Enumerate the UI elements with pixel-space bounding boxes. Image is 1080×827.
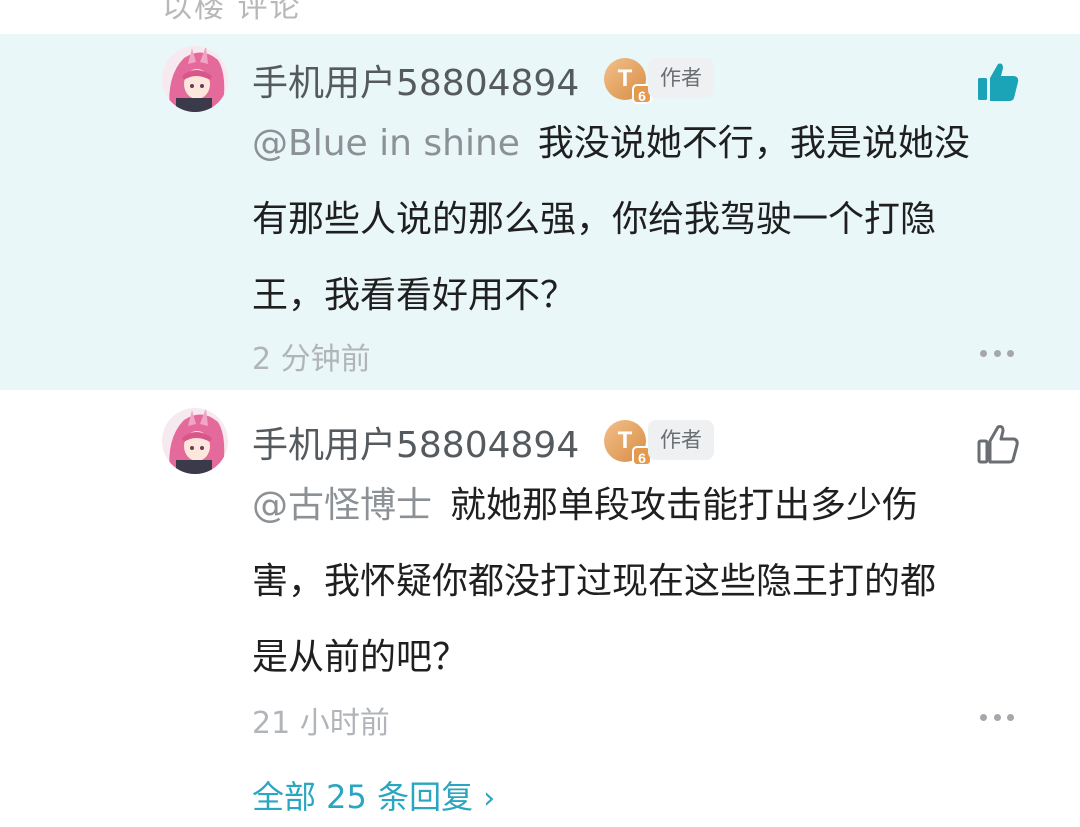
- username[interactable]: 手机用户58804894: [252, 416, 579, 468]
- more-icon[interactable]: [980, 350, 1014, 358]
- comment-line: 我没说她不行，我是说她没: [537, 123, 970, 164]
- author-tag: 作者: [648, 58, 714, 98]
- view-all-replies-link[interactable]: 全部 25 条回复 ›: [252, 772, 495, 818]
- author-tag: 作者: [648, 420, 714, 460]
- avatar[interactable]: [162, 408, 228, 474]
- comment-text: @古怪博士 就她那单段攻击能打出多少伤 害，我怀疑你都没打过现在这些隐王打的都 是…: [252, 468, 1012, 696]
- username[interactable]: 手机用户58804894: [252, 54, 579, 106]
- level-badge: T 6: [604, 58, 652, 104]
- timestamp: 21 小时前: [252, 706, 390, 741]
- avatar[interactable]: [162, 46, 228, 112]
- mention-link[interactable]: @古怪博士: [252, 485, 432, 526]
- more-icon[interactable]: [980, 714, 1014, 722]
- comment-line: 就她那单段攻击能打出多少伤: [450, 485, 919, 526]
- level-letter: T: [617, 427, 633, 454]
- comment-text: @Blue in shine 我没说她不行，我是说她没 有那些人说的那么强，你给我…: [252, 106, 1012, 334]
- comment-line: 是从前的吧？: [252, 637, 469, 678]
- previous-comment-fragment: 以楼 评论: [0, 0, 1080, 34]
- comment-line: 害，我怀疑你都没打过现在这些隐王打的都: [252, 561, 937, 602]
- comment-item: 手机用户58804894 T 6 作者 @Blue in shine 我没说她不行…: [0, 34, 1080, 390]
- like-filled-icon[interactable]: [976, 60, 1020, 104]
- comment-item: 手机用户58804894 T 6 作者 @古怪博士 就她那单段攻击能打出多少伤 害…: [0, 390, 1080, 760]
- mention-link[interactable]: @Blue in shine: [252, 123, 520, 164]
- level-badge: T 6: [604, 420, 652, 466]
- comment-line: 有那些人说的那么强，你给我驾驶一个打隐: [252, 199, 937, 240]
- previous-comment-text: 以楼 评论: [162, 0, 302, 25]
- chevron-right-icon: ›: [483, 781, 496, 816]
- view-all-replies-label: 全部 25 条回复: [252, 778, 474, 816]
- timestamp: 2 分钟前: [252, 342, 371, 377]
- like-outline-icon[interactable]: [976, 422, 1020, 466]
- level-letter: T: [617, 65, 633, 92]
- comment-line: 王，我看看好用不？: [252, 275, 577, 316]
